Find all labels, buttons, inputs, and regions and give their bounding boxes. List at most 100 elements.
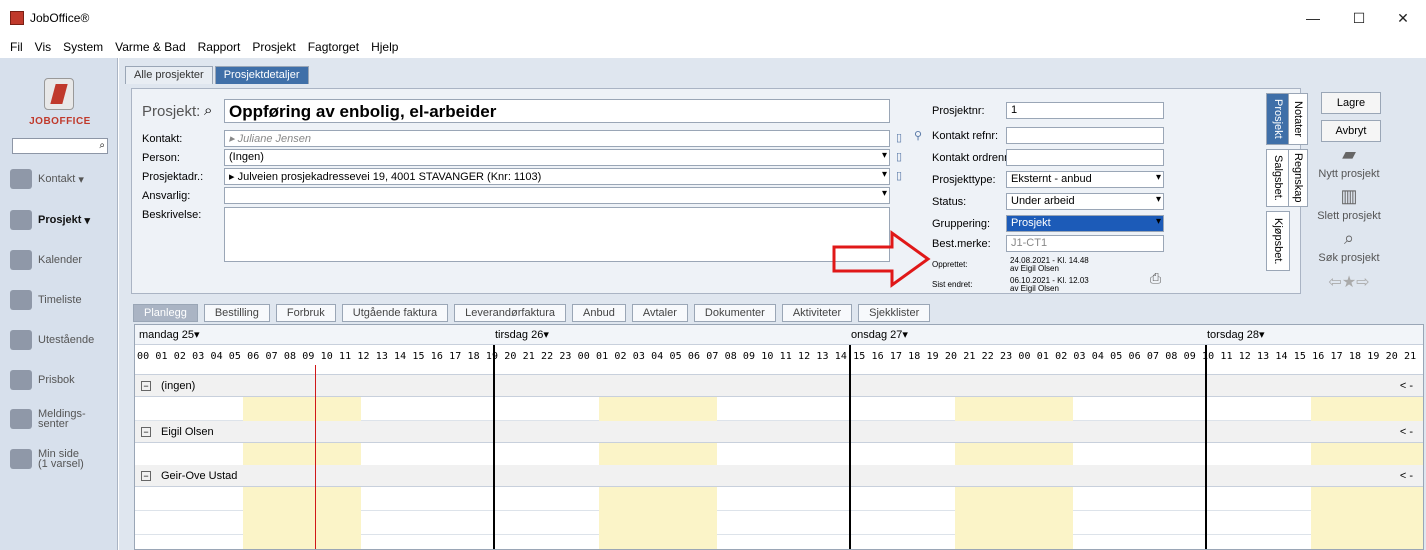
contact-order-label: Kontakt ordrenr: (932, 152, 1011, 164)
day-header-tuesday[interactable]: tirsdag 26▾ (495, 328, 549, 341)
menu-help[interactable]: Hjelp (365, 40, 404, 54)
menu-report[interactable]: Rapport (192, 40, 247, 54)
sidebar-item-kalender[interactable]: Kalender (10, 247, 82, 273)
grouping-select[interactable]: Prosjekt (1006, 215, 1164, 232)
trash-icon[interactable]: ▥ (1309, 186, 1389, 207)
search-icon[interactable]: ⌕ (1309, 228, 1389, 249)
menu-view[interactable]: Vis (29, 40, 57, 54)
printer-icon[interactable]: ⎙ (1150, 270, 1161, 287)
workhours-block (243, 487, 361, 549)
day-divider (493, 345, 495, 549)
group-row-ingen[interactable]: − (ingen) < - (135, 375, 1423, 397)
sidebar-item-prosjekt[interactable]: Prosjekt ▾ (10, 207, 90, 233)
project-type-select[interactable]: Eksternt - anbud (1006, 171, 1164, 188)
collapse-icon[interactable]: − (141, 380, 151, 391)
person-select[interactable]: (Ingen) (224, 149, 890, 166)
minimize-button[interactable]: — (1290, 0, 1336, 36)
menu-project[interactable]: Prosjekt (246, 40, 301, 54)
collapse-icon[interactable]: − (141, 426, 151, 437)
document-icon[interactable]: ▯ (896, 131, 902, 144)
search-project-button[interactable]: Søk prosjekt (1309, 252, 1389, 264)
project-name-field[interactable]: Oppføring av enbolig, el-arbeider (224, 99, 890, 123)
sidebar-item-kontakt[interactable]: Kontakt ▾ (10, 166, 84, 192)
menu-bar: Fil Vis System Varme & Bad Rapport Prosj… (0, 36, 1426, 58)
cancel-button[interactable]: Avbryt (1321, 120, 1381, 142)
tab-side-kjopsbet[interactable]: Kjøpsbet. (1266, 211, 1290, 271)
workhours-block (599, 487, 717, 549)
group-nav[interactable]: < - (1400, 426, 1413, 438)
changed-label: Sist endret: (932, 280, 973, 289)
tab-side-prosjekt[interactable]: Prosjekt (1266, 93, 1290, 145)
document-icon[interactable]: ▯ (896, 150, 902, 163)
sidebar-item-timeliste[interactable]: Timeliste (10, 287, 82, 313)
sidebar-item-prisbok[interactable]: Prisbok (10, 367, 75, 393)
logo-mark-icon (44, 78, 74, 110)
description-label: Beskrivelse: (142, 209, 202, 221)
lookup-icon[interactable]: ⚲ (914, 129, 922, 142)
menu-fagtorget[interactable]: Fagtorget (302, 40, 365, 54)
menu-system[interactable]: System (57, 40, 109, 54)
new-project-button[interactable]: Nytt prosjekt (1309, 168, 1389, 180)
tab-planlegg[interactable]: Planlegg (133, 304, 198, 322)
status-select[interactable]: Under arbeid (1006, 193, 1164, 210)
workhours-block (1311, 397, 1423, 421)
collapse-icon[interactable]: − (141, 470, 151, 481)
changed-by: av Eigil Olsen (1010, 284, 1059, 293)
day-header-monday[interactable]: mandag 25▾ (139, 328, 200, 341)
close-button[interactable]: ✕ (1380, 0, 1426, 36)
document-icon[interactable]: ▯ (896, 169, 902, 182)
tab-prosjektdetaljer[interactable]: Prosjektdetaljer (214, 66, 309, 84)
menu-file[interactable]: Fil (4, 40, 29, 54)
tab-anbud[interactable]: Anbud (572, 304, 626, 322)
maximize-button[interactable]: ☐ (1336, 0, 1382, 36)
day-header-wednesday[interactable]: onsdag 27▾ (851, 328, 908, 341)
contact-order-field[interactable] (1006, 149, 1164, 166)
contact-ref-label: Kontakt refnr: (932, 130, 999, 142)
grouping-label: Gruppering: (932, 218, 991, 230)
project-nr-field[interactable]: 1 (1006, 102, 1164, 119)
group-row-geir-ove-ustad[interactable]: − Geir-Ove Ustad < - (135, 465, 1423, 487)
group-nav[interactable]: < - (1400, 380, 1413, 392)
group-row-eigil-olsen[interactable]: − Eigil Olsen < - (135, 421, 1423, 443)
search-icon[interactable]: ⌕ (204, 102, 212, 119)
description-field[interactable] (224, 207, 890, 262)
tab-side-salgsbet[interactable]: Salgsbet. (1266, 149, 1290, 207)
sidebar-search-input[interactable]: ⌕ (12, 138, 108, 154)
project-nr-label: Prosjektnr: (932, 105, 985, 117)
responsible-select[interactable] (224, 187, 890, 204)
status-label: Status: (932, 196, 967, 208)
nav-star-arrows-icon[interactable]: ⇦★⇨ (1309, 272, 1389, 292)
tab-bestilling[interactable]: Bestilling (203, 304, 270, 322)
contact-field[interactable]: ▸ Juliane Jensen (224, 130, 890, 147)
tab-sjekklister[interactable]: Sjekklister (858, 304, 931, 322)
tab-alle-prosjekter[interactable]: Alle prosjekter (125, 66, 213, 84)
tab-dokumenter[interactable]: Dokumenter (693, 304, 776, 322)
new-folder-icon[interactable]: ▰ (1309, 144, 1389, 165)
menu-varme-bad[interactable]: Varme & Bad (109, 40, 191, 54)
workhours-block (599, 443, 717, 465)
tab-side-regnskap[interactable]: Regnskap (1288, 149, 1308, 207)
tab-forbruk[interactable]: Forbruk (275, 304, 336, 322)
delete-project-button[interactable]: Slett prosjekt (1309, 210, 1389, 222)
tab-utgaende-faktura[interactable]: Utgående faktura (341, 304, 449, 322)
created-by: av Eigil Olsen (1010, 264, 1059, 273)
mark-field[interactable]: J1-CT1 (1006, 235, 1164, 252)
responsible-label: Ansvarlig: (142, 190, 191, 202)
search-icon[interactable]: ⌕ (99, 140, 105, 151)
register-icon (10, 330, 32, 350)
sidebar-item-meldingssenter[interactable]: Meldings- senter (10, 406, 86, 432)
tab-avtaler[interactable]: Avtaler (631, 304, 688, 322)
tab-leverandorfaktura[interactable]: Leverandørfaktura (454, 304, 567, 322)
day-header-thursday[interactable]: torsdag 28▾ (1207, 328, 1265, 341)
save-button[interactable]: Lagre (1321, 92, 1381, 114)
sidebar-item-utestaende[interactable]: Utestående (10, 327, 94, 353)
tab-aktiviteter[interactable]: Aktiviteter (781, 304, 853, 322)
group-nav[interactable]: < - (1400, 470, 1413, 482)
hour-scale: 00 01 02 03 04 05 06 07 08 09 10 11 12 1… (135, 345, 1423, 375)
sidebar-item-min-side[interactable]: Min side (1 varsel) (10, 446, 84, 472)
workhours-block (955, 487, 1073, 549)
calendar-icon (10, 250, 32, 270)
address-select[interactable]: ▸ Julveien prosjekadressevei 19, 4001 ST… (224, 168, 890, 185)
contact-ref-field[interactable] (1006, 127, 1164, 144)
tab-side-notater[interactable]: Notater (1288, 93, 1308, 145)
